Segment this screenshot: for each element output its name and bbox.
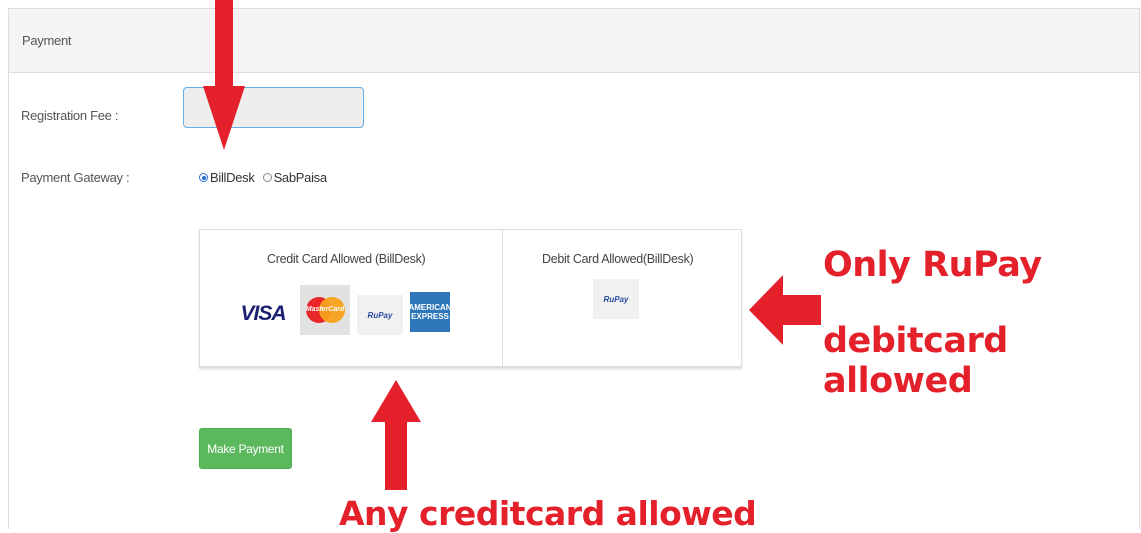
amex-line2: EXPRESS: [411, 312, 449, 321]
panel-heading: Payment: [9, 9, 1139, 73]
gateway-option-billdesk[interactable]: BillDesk: [199, 170, 255, 185]
arrow-down-icon: [203, 0, 245, 150]
panel-title: Payment: [22, 33, 72, 48]
arrow-up-icon: [371, 380, 421, 490]
sabpaisa-radio[interactable]: [262, 173, 272, 182]
payment-gateway-options: BillDesk SabPaisa: [199, 170, 335, 185]
rupay-logo-icon: RuPay: [357, 295, 403, 335]
column-divider: [502, 230, 503, 366]
gateway-option-sabpaisa[interactable]: SabPaisa: [262, 170, 328, 185]
visa-logo-icon: VISA: [238, 300, 288, 328]
make-payment-button[interactable]: Make Payment: [199, 428, 292, 469]
debit-rupay-logo-text: RuPay: [603, 294, 629, 304]
annotation-creditcard: Any creditcard allowed: [339, 494, 757, 533]
rupay-logo-text: RuPay: [367, 310, 393, 320]
payment-gateway-label: Payment Gateway :: [21, 170, 130, 185]
mastercard-logo-icon: MasterCard: [300, 285, 350, 335]
billdesk-label: BillDesk: [210, 170, 255, 185]
amex-line1: AMERICAN: [408, 303, 452, 312]
arrow-left-icon: [749, 275, 821, 345]
annotation-rupay-line1: Only RuPay: [823, 245, 1042, 285]
credit-card-heading: Credit Card Allowed (BillDesk): [267, 252, 426, 266]
amex-logo-icon: AMERICAN EXPRESS: [408, 292, 452, 332]
allowed-cards-box: Credit Card Allowed (BillDesk) Debit Car…: [199, 229, 742, 367]
registration-fee-label: Registration Fee :: [21, 108, 119, 123]
debit-rupay-logo-icon: RuPay: [593, 279, 639, 319]
sabpaisa-label: SabPaisa: [273, 170, 328, 185]
mastercard-logo-text: MasterCard: [305, 306, 345, 313]
annotation-rupay-line2: debitcard allowed: [823, 321, 1008, 401]
visa-logo-text: VISA: [240, 302, 286, 325]
billdesk-radio[interactable]: [199, 173, 208, 182]
debit-card-heading: Debit Card Allowed(BillDesk): [542, 252, 694, 266]
